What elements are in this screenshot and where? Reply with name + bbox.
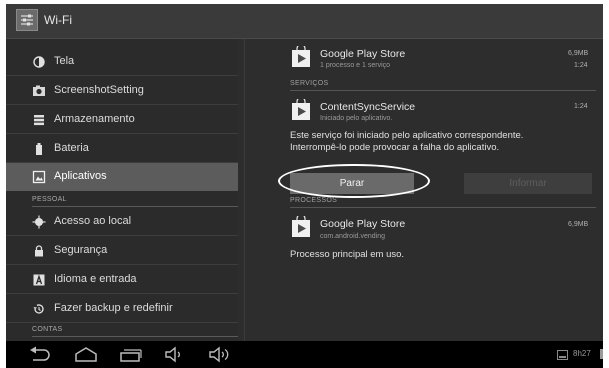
menu-item-label: Fazer backup e redefinir — [54, 302, 173, 314]
lock-icon — [35, 245, 43, 257]
storage-icon — [34, 115, 44, 126]
service-name: ContentSyncService — [320, 101, 416, 113]
menu-item-backup[interactable]: Fazer backup e redefinir — [6, 295, 238, 323]
play-store-icon — [292, 99, 310, 120]
page-title: Wi-Fi — [44, 13, 72, 27]
tablet-screen: Wi-Fi Tela ScreenshotSetting Armazenamen… — [6, 4, 603, 368]
menu-item-label: Idioma e entrada — [54, 273, 137, 285]
restore-icon — [33, 304, 44, 314]
brightness-icon — [33, 56, 45, 68]
section-divider — [32, 206, 238, 207]
camera-icon — [33, 85, 45, 96]
volume-up-icon[interactable] — [208, 346, 232, 363]
menu-item-label: ScreenshotSetting — [54, 84, 144, 96]
menu-item-storage[interactable]: Armazenamento — [6, 106, 238, 134]
menu-item-screenshot[interactable]: ScreenshotSetting — [6, 77, 238, 105]
battery-status-icon — [600, 349, 603, 359]
section-divider — [290, 90, 596, 91]
warning-message-line-2: Interrompê-lo pode provocar a falha do a… — [290, 142, 500, 153]
status-clock: 8h27 — [573, 349, 591, 358]
keyboard-letter-icon — [33, 274, 45, 286]
menu-item-label: Bateria — [54, 142, 89, 154]
warning-message-line-1: Este serviço foi iniciado pelo aplicativ… — [290, 130, 524, 141]
section-header-contas: CONTAS — [32, 326, 63, 333]
menu-item-label: Aplicativos — [54, 170, 107, 182]
process-name: Google Play Store — [320, 218, 406, 230]
section-divider — [290, 207, 596, 208]
battery-icon — [36, 143, 42, 155]
process-package: com.android.vending — [320, 233, 385, 240]
menu-item-label: Tela — [54, 55, 75, 67]
service-time: 1:24 — [574, 103, 588, 110]
section-header-pessoal: PESSOAL — [32, 196, 67, 203]
menu-item-label: Acesso ao local — [54, 215, 132, 227]
menu-item-label: Armazenamento — [54, 113, 135, 125]
section-divider — [32, 336, 238, 337]
location-icon — [32, 215, 46, 229]
menu-item-label: Segurança — [54, 244, 108, 256]
panel-divider — [244, 39, 245, 341]
settings-sliders-icon[interactable] — [16, 9, 38, 31]
title-bar: Wi-Fi — [6, 4, 603, 39]
section-header-servicos: SERVIÇOS — [290, 80, 329, 87]
screen-status-icon — [557, 350, 568, 360]
menu-item-tela[interactable]: Tela — [6, 48, 238, 76]
home-icon[interactable] — [74, 346, 98, 363]
process-note: Processo principal em uso. — [290, 249, 405, 260]
menu-item-security[interactable]: Segurança — [6, 237, 238, 265]
app-detail-panel: Google Play Store 1 processo e 1 serviço… — [246, 39, 603, 341]
app-subtitle: 1 processo e 1 serviço — [320, 62, 391, 69]
app-name: Google Play Store — [320, 48, 406, 60]
process-size: 6,9MB — [568, 221, 589, 228]
navigation-bar: 8h27 — [6, 341, 603, 368]
section-header-processos: PROCESSOS — [290, 197, 338, 204]
apps-icon — [32, 170, 46, 184]
back-icon[interactable] — [28, 346, 52, 363]
menu-item-language[interactable]: Idioma e entrada — [6, 266, 238, 294]
menu-item-location[interactable]: Acesso ao local — [6, 208, 238, 236]
settings-menu: Tela ScreenshotSetting Armazenamento Bat… — [6, 39, 238, 341]
service-subtitle: Iniciado pelo aplicativo. — [320, 115, 393, 122]
app-size: 6,9MB — [568, 50, 589, 57]
recent-apps-icon[interactable] — [119, 346, 143, 363]
play-store-icon — [292, 216, 310, 237]
play-store-icon — [292, 46, 310, 67]
report-button[interactable]: Informar — [464, 173, 592, 194]
stop-button-highlight-ring — [278, 164, 430, 198]
volume-down-icon[interactable] — [164, 346, 186, 363]
menu-item-apps[interactable]: Aplicativos — [6, 163, 238, 191]
app-time: 1:24 — [574, 62, 588, 69]
menu-item-battery[interactable]: Bateria — [6, 135, 238, 163]
